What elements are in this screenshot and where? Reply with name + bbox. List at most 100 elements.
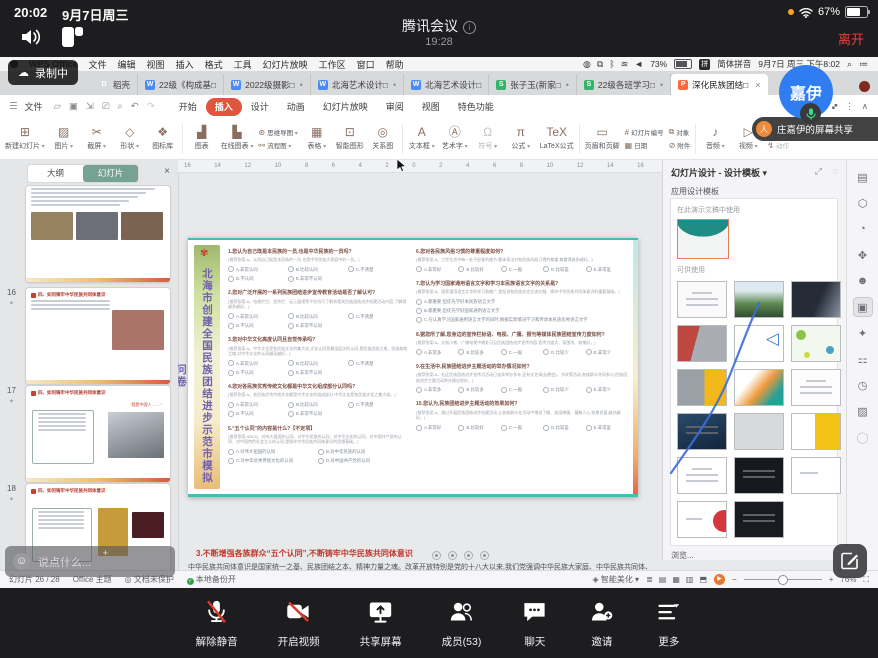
fit-screen-icon[interactable]: ⛶ bbox=[863, 575, 869, 585]
hamburger-icon[interactable]: ☰ bbox=[6, 101, 21, 112]
option-checkbox[interactable]: D.对中国共产党的认同 bbox=[318, 456, 408, 465]
wps-profile-icon[interactable] bbox=[859, 81, 870, 92]
color-scheme-icon[interactable]: ◔ bbox=[854, 220, 872, 238]
template-thumbnail-7[interactable] bbox=[677, 369, 727, 406]
option-checkbox[interactable]: E.非常差 bbox=[586, 423, 628, 432]
tool-slide-number[interactable]: #幻灯片编号 bbox=[625, 127, 664, 137]
doc-tab-2[interactable]: W2022级摄影□• bbox=[224, 74, 311, 95]
popout-icon[interactable]: ⤢ bbox=[815, 166, 822, 177]
tool-chart[interactable]: ▟图表 bbox=[188, 126, 216, 151]
tool-table[interactable]: ▦表格 bbox=[303, 126, 331, 151]
file-menu[interactable]: 文件 bbox=[25, 100, 43, 113]
ribbon-tab-插入[interactable]: 插入 bbox=[206, 98, 242, 116]
option-checkbox[interactable]: C.一般 bbox=[501, 348, 543, 357]
ime-icon[interactable]: 拼 bbox=[699, 59, 710, 70]
tab-close-icon[interactable]: × bbox=[755, 80, 760, 90]
emoji-icon[interactable]: ☺ bbox=[13, 553, 30, 570]
option-checkbox[interactable]: B.比较认同 bbox=[288, 265, 348, 274]
doc-tab-0[interactable]: D稻壳 bbox=[92, 74, 138, 95]
volume-icon[interactable]: ◄ bbox=[634, 59, 643, 70]
option-checkbox[interactable]: B.比较好 bbox=[458, 423, 500, 432]
tool-object[interactable]: ⧉对象 bbox=[669, 127, 691, 137]
option-checkbox[interactable]: A.非常多 bbox=[416, 348, 458, 357]
meeting-mic-off-button[interactable]: 解除静音 bbox=[196, 598, 238, 649]
template-in-use[interactable] bbox=[677, 219, 729, 259]
template-thumbnail-8[interactable] bbox=[734, 369, 784, 406]
notes-icon[interactable]: ≣ bbox=[646, 575, 653, 584]
tool-symbol[interactable]: Ω符号 bbox=[474, 126, 502, 151]
doc-tab-1[interactable]: W22级《构成基□ bbox=[138, 74, 224, 95]
slide-thumbnail-16[interactable]: 四、如何铸牢中华民族共同体意识 bbox=[26, 288, 170, 384]
template-thumbnail-12[interactable] bbox=[791, 413, 841, 450]
slide-layout-icon[interactable]: ▤ bbox=[854, 168, 872, 186]
preview-icon[interactable]: ⌕ bbox=[114, 101, 125, 112]
option-checkbox[interactable]: E.非常少 bbox=[586, 385, 628, 394]
option-checkbox[interactable]: A.非常认同 bbox=[228, 359, 288, 368]
ribbon-tab-审阅[interactable]: 审阅 bbox=[377, 98, 413, 116]
slide-thumbnail-17[interactable]: 四、如何铸牢中华民族共同体意识“我是中国人,……” bbox=[26, 386, 170, 482]
menubar-item-工作区[interactable]: 工作区 bbox=[319, 58, 346, 71]
option-checkbox[interactable]: C.不清楚 bbox=[348, 400, 408, 409]
normal-view-icon[interactable]: ▤ bbox=[659, 575, 667, 584]
smart-beautify-icon[interactable]: ✦ bbox=[854, 324, 872, 342]
option-checkbox[interactable]: D.不认同 bbox=[228, 274, 288, 283]
option-checkbox[interactable]: C.不清楚 bbox=[348, 265, 408, 274]
leave-meeting-button[interactable]: 离开 bbox=[838, 29, 864, 48]
option-checkbox[interactable]: B.比较认同 bbox=[288, 312, 348, 321]
tool-new-slide[interactable]: ⊞新建幻灯片 bbox=[5, 126, 45, 151]
menubar-item-工具[interactable]: 工具 bbox=[234, 58, 252, 71]
tool-attachment[interactable]: ⊘附件 bbox=[669, 140, 691, 150]
panel-tab-大纲[interactable]: 大纲 bbox=[28, 165, 83, 182]
template-thumbnail-2[interactable] bbox=[734, 281, 784, 318]
template-thumbnail-6[interactable] bbox=[791, 325, 841, 362]
tool-header-footer[interactable]: ▭页眉和页脚 bbox=[585, 126, 620, 151]
template-thumbnail-11[interactable] bbox=[734, 413, 784, 450]
doc-tab-7[interactable]: P深化民族团结□× bbox=[671, 74, 767, 95]
tool-wordart[interactable]: Ⓐ艺术字 bbox=[441, 126, 469, 151]
project-icon[interactable]: ⬒ bbox=[699, 575, 707, 584]
control-center-icon[interactable]: ≔ bbox=[859, 59, 868, 70]
doc-tab-3[interactable]: W北海艺术设计□• bbox=[311, 74, 404, 95]
meeting-screen-share-button[interactable]: 共享屏幕 bbox=[360, 598, 402, 649]
menubar-item-窗口[interactable]: 窗口 bbox=[357, 58, 375, 71]
tool-action[interactable]: ↯动作 bbox=[767, 140, 794, 150]
annotation-pencil-button[interactable] bbox=[833, 544, 867, 578]
menubar-item-幻灯片放映[interactable]: 幻灯片放映 bbox=[263, 58, 308, 71]
menubar-item-视图[interactable]: 视图 bbox=[147, 58, 165, 71]
image-library-icon[interactable]: ▨ bbox=[854, 402, 872, 420]
tool-shapes[interactable]: ◇形状 bbox=[116, 126, 144, 151]
history-icon[interactable]: ◷ bbox=[854, 376, 872, 394]
undo-icon[interactable]: ↶ bbox=[128, 101, 142, 112]
ribbon-tab-开始[interactable]: 开始 bbox=[170, 98, 206, 116]
browse-link[interactable]: 浏览... bbox=[671, 550, 694, 561]
template-thumbnail-3[interactable] bbox=[791, 281, 841, 318]
option-checkbox[interactable]: B.对中华民族的认同 bbox=[318, 447, 408, 456]
option-checkbox[interactable]: A.都重要,但优先学好本民族语言文字 bbox=[416, 297, 628, 306]
menubar-item-帮助[interactable]: 帮助 bbox=[386, 58, 404, 71]
account-icon[interactable]: ☻ bbox=[854, 272, 872, 290]
info-icon[interactable]: i bbox=[463, 21, 476, 34]
doc-tab-6[interactable]: S22级各班学习□• bbox=[577, 74, 671, 95]
option-checkbox[interactable]: D.不认同 bbox=[228, 409, 288, 418]
tool-smartart[interactable]: ⊡智能图形 bbox=[336, 126, 364, 151]
template-thumbnail-15[interactable] bbox=[791, 457, 841, 494]
option-checkbox[interactable]: B.比较认同 bbox=[288, 400, 348, 409]
design-templates-icon[interactable]: ▣ bbox=[854, 298, 872, 316]
option-checkbox[interactable]: A.非常认同 bbox=[228, 265, 288, 274]
ribbon-tab-设计[interactable]: 设计 bbox=[242, 98, 278, 116]
ribbon-tab-视图[interactable]: 视图 bbox=[413, 98, 449, 116]
tool-latex[interactable]: TeXLaTeX公式 bbox=[540, 126, 574, 151]
option-checkbox[interactable]: C.对中华优秀传统文化的认同 bbox=[228, 456, 318, 465]
option-checkbox[interactable]: D.比较少 bbox=[543, 348, 585, 357]
option-checkbox[interactable]: C.一般 bbox=[501, 423, 543, 432]
option-checkbox[interactable]: C.一般 bbox=[501, 265, 543, 274]
meeting-more-button[interactable]: 更多 bbox=[655, 598, 682, 649]
more-apps-icon[interactable]: ◯ bbox=[854, 428, 872, 446]
option-checkbox[interactable]: C.在认真学习国家通用语言文字的同时,根据实际情况学习和传承本民族优秀语言文字 bbox=[416, 315, 628, 324]
screen-mirroring-icon[interactable]: ◍ bbox=[583, 59, 591, 70]
ribbon-tab-特色功能[interactable]: 特色功能 bbox=[449, 98, 503, 116]
tool-relation[interactable]: ◎关系图 bbox=[369, 126, 397, 151]
menubar-item-编辑[interactable]: 编辑 bbox=[118, 58, 136, 71]
zoom-knob[interactable] bbox=[778, 575, 788, 585]
template-thumbnail-16[interactable] bbox=[677, 501, 727, 538]
